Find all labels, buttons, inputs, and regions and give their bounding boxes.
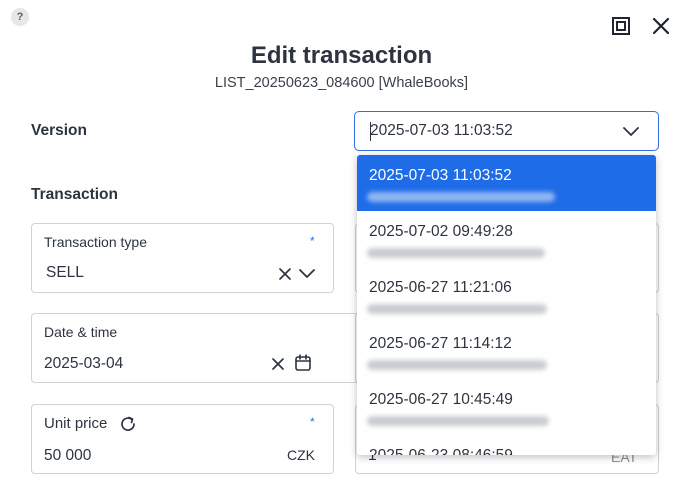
version-option[interactable]: 2025-06-23 08:46:59 (357, 435, 656, 455)
datetime-value: 2025-03-04 (44, 355, 124, 372)
blurred-detail (367, 304, 547, 314)
unit-price-field[interactable]: Unit price * 50 000 CZK (31, 404, 334, 474)
version-option-time: 2025-06-23 08:46:59 (369, 447, 513, 455)
version-option[interactable]: 2025-06-27 10:45:49 (357, 379, 656, 435)
version-dropdown-list[interactable]: 2025-07-03 11:03:52 2025-07-02 09:49:28 … (357, 155, 656, 455)
datetime-label: Date & time (44, 324, 118, 340)
version-label: Version (31, 122, 87, 139)
refresh-icon[interactable] (119, 415, 137, 433)
text-caret (370, 122, 371, 141)
transaction-section-label: Transaction (31, 186, 118, 203)
version-option-time: 2025-06-27 11:14:12 (369, 335, 512, 352)
currency-label: CZK (287, 447, 315, 463)
dialog-subtitle: LIST_20250623_084600 [WhaleBooks] (214, 75, 469, 91)
unit-price-value: 50 000 (44, 447, 92, 464)
blurred-detail (367, 248, 545, 258)
version-option-time: 2025-06-27 11:21:06 (369, 279, 512, 296)
dialog-title: Edit transaction (250, 42, 433, 69)
version-selected-value: 2025-07-03 11:03:52 (370, 122, 513, 139)
clear-icon[interactable] (271, 357, 285, 371)
chevron-down-icon[interactable] (298, 267, 316, 281)
help-icon[interactable]: ? (11, 8, 29, 26)
blurred-detail (367, 416, 549, 426)
maximize-icon[interactable] (611, 16, 631, 36)
version-option-time: 2025-07-02 09:49:28 (369, 223, 513, 240)
calendar-icon[interactable] (294, 354, 312, 372)
version-option-time: 2025-06-27 10:45:49 (369, 391, 513, 408)
transaction-type-select[interactable]: Transaction type * SELL (31, 223, 334, 293)
transaction-type-value: SELL (46, 264, 84, 281)
version-option[interactable]: 2025-06-27 11:21:06 (357, 267, 656, 323)
version-option[interactable]: 2025-06-27 11:14:12 (357, 323, 656, 379)
clear-icon[interactable] (278, 267, 292, 281)
version-option-time: 2025-07-03 11:03:52 (369, 167, 512, 184)
close-icon[interactable] (651, 16, 671, 36)
blurred-detail (367, 192, 555, 202)
required-marker: * (310, 415, 315, 429)
datetime-field[interactable]: Date & time 2025-03-04 (31, 313, 371, 383)
chevron-down-icon[interactable] (622, 124, 640, 140)
blurred-detail (367, 360, 547, 370)
version-option[interactable]: 2025-07-03 11:03:52 (357, 155, 656, 211)
transaction-type-label: Transaction type (44, 234, 147, 250)
required-marker: * (310, 234, 315, 248)
version-option[interactable]: 2025-07-02 09:49:28 (357, 211, 656, 267)
version-select[interactable]: 2025-07-03 11:03:52 (354, 111, 659, 151)
unit-price-label: Unit price (44, 415, 108, 432)
